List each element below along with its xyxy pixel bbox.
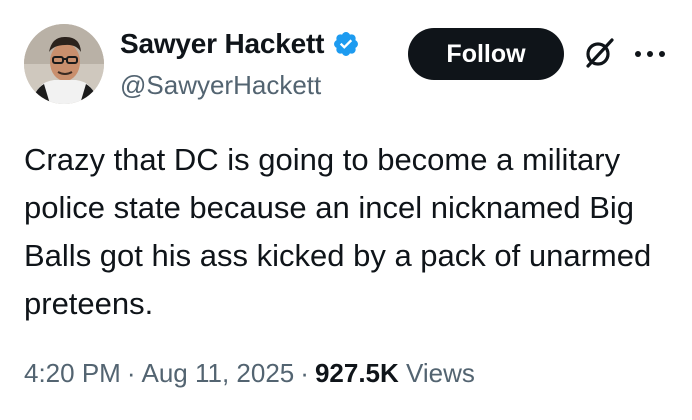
verified-badge-icon[interactable] [332, 30, 360, 58]
views-count[interactable]: 927.5K [315, 358, 399, 388]
meta-separator: · [126, 358, 136, 388]
display-name[interactable]: Sawyer Hackett [120, 28, 324, 60]
views-label: Views [406, 358, 475, 388]
tweet-meta: 4:20 PM · Aug 11, 2025 · 927.5K Views [24, 358, 475, 389]
tweet-time[interactable]: 4:20 PM [24, 358, 121, 388]
more-options-icon[interactable] [632, 44, 668, 64]
author-handle[interactable]: @SawyerHackett [120, 70, 321, 101]
avatar-photo [24, 24, 104, 104]
follow-button[interactable]: Follow [408, 28, 564, 80]
tweet-card: Sawyer Hackett @SawyerHackett Follow Cra… [0, 0, 692, 420]
tweet-date[interactable]: Aug 11, 2025 [142, 358, 295, 388]
grok-icon[interactable] [582, 36, 616, 70]
meta-separator: · [300, 358, 309, 388]
avatar[interactable] [24, 24, 104, 104]
name-row: Sawyer Hackett [120, 26, 360, 62]
tweet-text: Crazy that DC is going to become a milit… [24, 142, 652, 321]
